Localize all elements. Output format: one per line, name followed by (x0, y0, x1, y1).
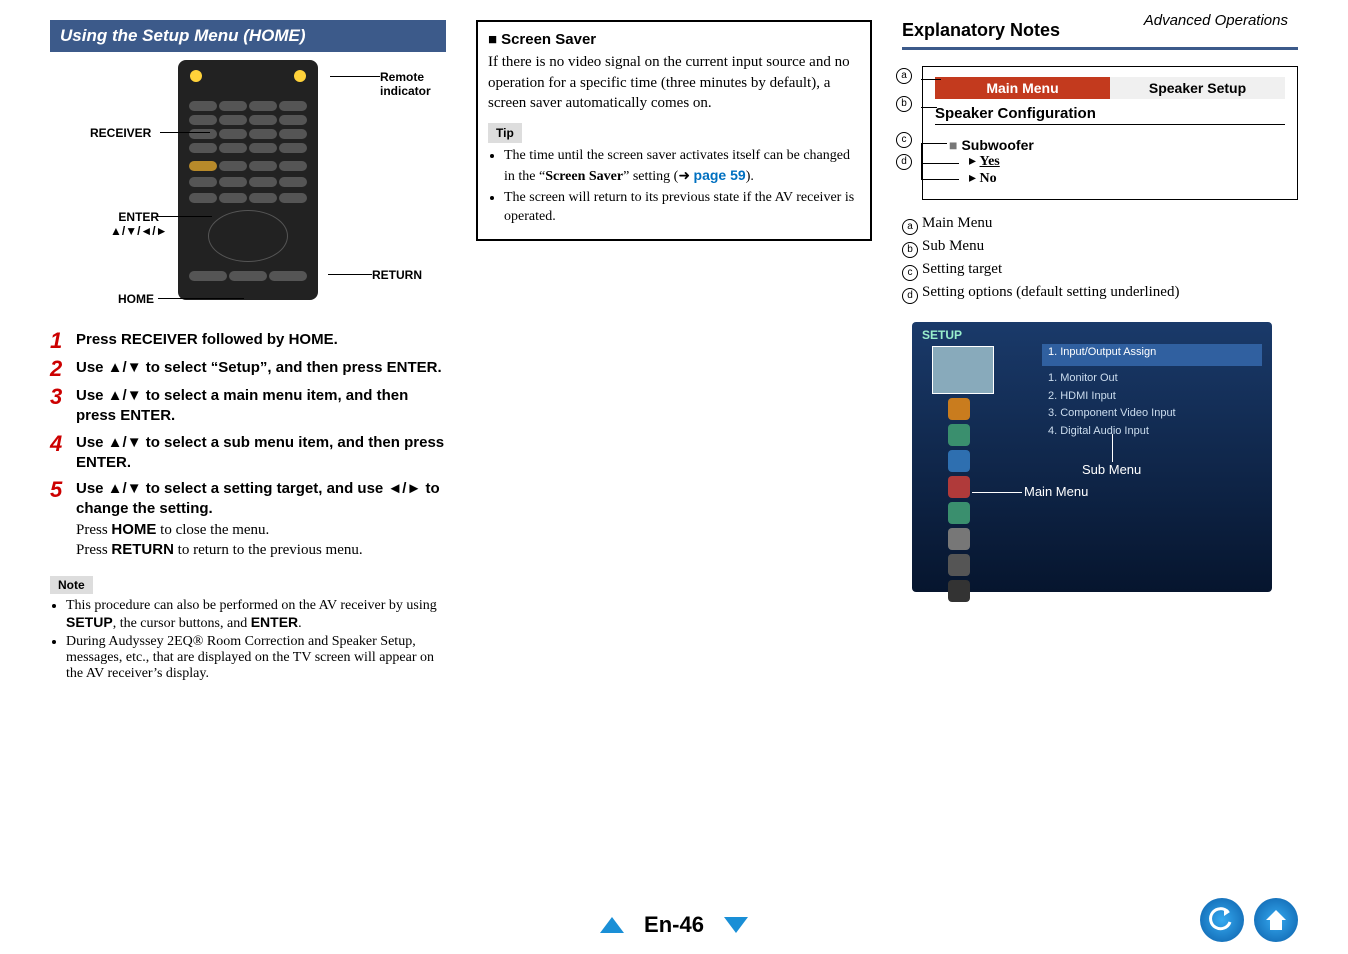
setup-icon (948, 450, 970, 472)
legend-item: cSetting target (902, 258, 1298, 281)
note-label: Note (50, 576, 93, 594)
t: HOME (289, 331, 334, 348)
tip-item: The screen will return to its previous s… (504, 189, 860, 227)
t: ENTER (387, 359, 438, 376)
setup-menu-item: 1. Monitor Out (1048, 370, 1176, 388)
t: Yes (980, 154, 1000, 169)
legend-item: dSetting options (default setting underl… (902, 281, 1298, 304)
column-1: Using the Setup Menu (HOME) Remote indic… (50, 20, 446, 684)
note-item: This procedure can also be performed on … (66, 598, 446, 632)
t: Use ▲/▼ to select a sub menu item, and t… (76, 434, 444, 451)
tab-bar: Main Menu Speaker Setup (935, 77, 1285, 99)
setup-icon (948, 502, 970, 524)
label-enter: ENTER ▲/▼/◄/► (110, 210, 168, 238)
section-header: Advanced Operations (1144, 12, 1288, 29)
page-footer: En-46 (0, 912, 1348, 938)
step-number: 4 (50, 433, 76, 455)
remote-diagram: Remote indicator RECEIVER ENTER ▲/▼/◄/► … (50, 60, 446, 320)
setup-icon (948, 476, 970, 498)
notes-list: This procedure can also be performed on … (50, 598, 446, 682)
tip-label: Tip (488, 123, 522, 143)
setup-title: SETUP (922, 328, 962, 342)
t: Press (76, 522, 111, 538)
option-no: ▸ No (969, 170, 1285, 187)
setup-screenshot: SETUP 1. Input/Output Assign 1. Monitor … (912, 322, 1272, 592)
home-icon[interactable] (1254, 898, 1298, 942)
setup-selected-item: 1. Input/Output Assign (1042, 344, 1262, 366)
t: Press (76, 542, 111, 558)
label-remote-indicator: Remote indicator (380, 70, 460, 98)
t: ” setting (➜ (623, 169, 693, 184)
step-3: 3 Use ▲/▼ to select a main menu item, an… (50, 386, 446, 427)
page-number: En-46 (644, 912, 704, 938)
setup-icon (948, 424, 970, 446)
tips-list: The time until the screen saver activate… (488, 147, 860, 227)
t: followed by (198, 331, 289, 348)
tab-main-menu: Main Menu (935, 77, 1110, 99)
tab-speaker-setup: Speaker Setup (1110, 77, 1285, 99)
setup-menu-item: 3. Component Video Input (1048, 405, 1176, 423)
t: Press (76, 331, 121, 348)
t: ENTER (76, 454, 127, 471)
t: . (437, 359, 441, 376)
prev-page-icon[interactable] (600, 917, 624, 933)
t: . (127, 454, 131, 471)
example-menu-box: Main Menu Speaker Setup Speaker Configur… (922, 66, 1298, 200)
t: to return to the previous menu. (174, 542, 363, 558)
step-number: 3 (50, 386, 76, 408)
title-rule (902, 47, 1298, 50)
t: . (334, 331, 338, 348)
setup-thumb (932, 346, 994, 394)
t: ENTER (120, 407, 171, 424)
step-number: 2 (50, 358, 76, 380)
t: to close the menu. (156, 522, 269, 538)
t: RECEIVER (121, 331, 198, 348)
setup-icon-column (948, 398, 978, 606)
note-item: During Audyssey 2EQ® Room Correction and… (66, 634, 446, 682)
setup-icon (948, 528, 970, 550)
next-page-icon[interactable] (724, 917, 748, 933)
setup-menu-item: 2. HDMI Input (1048, 388, 1176, 406)
screen-saver-box: Screen Saver If there is no video signal… (476, 20, 872, 241)
step-1: 1 Press RECEIVER followed by HOME. (50, 330, 446, 352)
step-4: 4 Use ▲/▼ to select a sub menu item, and… (50, 433, 446, 474)
tip-item: The time until the screen saver activate… (504, 147, 860, 187)
back-icon[interactable] (1200, 898, 1244, 942)
callout-sub-menu: Sub Menu (1082, 462, 1141, 477)
setup-icon (948, 398, 970, 420)
t: . (171, 407, 175, 424)
setup-menu-items: 1. Monitor Out 2. HDMI Input 3. Componen… (1048, 370, 1176, 440)
column-3: Explanatory Notes a b c d Main Menu Spea… (902, 20, 1298, 684)
page-link[interactable]: page 59 (694, 167, 746, 183)
label-receiver: RECEIVER (90, 126, 151, 140)
screen-saver-heading: Screen Saver (488, 30, 860, 50)
column-2: Screen Saver If there is no video signal… (476, 20, 872, 684)
label-home: HOME (118, 292, 154, 306)
screen-saver-paragraph: If there is no video signal on the curre… (488, 52, 860, 113)
legend-item: bSub Menu (902, 235, 1298, 258)
t: HOME (111, 521, 156, 538)
section-title-bar: Using the Setup Menu (HOME) (50, 20, 446, 52)
setup-icon (948, 554, 970, 576)
option-yes: ▸ Yes (969, 153, 1285, 170)
step-number: 5 (50, 479, 76, 501)
t: Use ▲/▼ to select a setting target, and … (76, 480, 440, 517)
t: ). (746, 169, 754, 184)
t: Use ▲/▼ to select “Setup”, and then pres… (76, 359, 387, 376)
legend-list: aMain Menu bSub Menu cSetting target dSe… (902, 212, 1298, 304)
step-2: 2 Use ▲/▼ to select “Setup”, and then pr… (50, 358, 446, 380)
step-5: 5 Use ▲/▼ to select a setting target, an… (50, 479, 446, 560)
speaker-configuration: Speaker Configuration (935, 105, 1285, 125)
callout-main-menu: Main Menu (1024, 484, 1088, 499)
remote-image (178, 60, 318, 300)
subwoofer-label: Subwoofer (949, 137, 1285, 153)
t: RETURN (111, 541, 174, 558)
t: Screen Saver (545, 169, 623, 184)
setup-icon (948, 580, 970, 602)
label-return: RETURN (372, 268, 422, 282)
legend-item: aMain Menu (902, 212, 1298, 235)
step-number: 1 (50, 330, 76, 352)
t: No (980, 171, 997, 186)
